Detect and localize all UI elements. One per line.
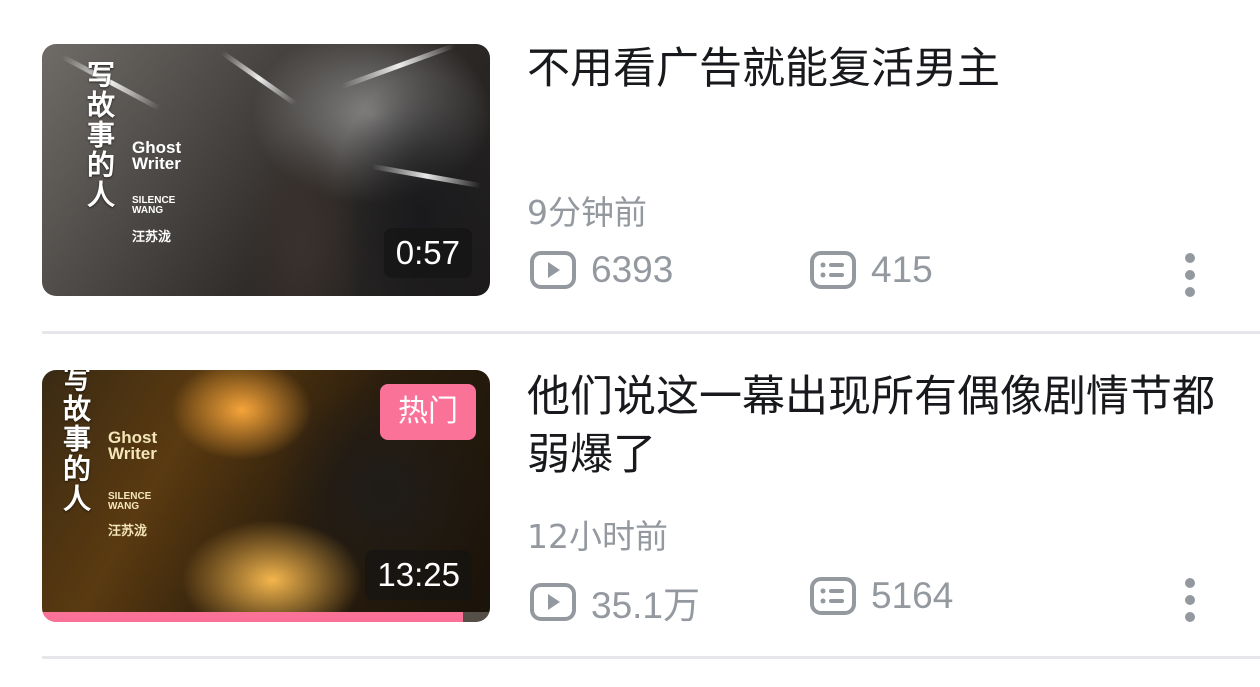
- publish-time: 12小时前: [527, 517, 668, 556]
- duration-badge: 0:57: [383, 228, 472, 278]
- poster-artist-cn: 汪苏泷: [108, 524, 148, 539]
- watch-progress-fill: [42, 612, 464, 622]
- poster-artist-en: SILENCE WANG: [132, 196, 175, 216]
- more-vertical-icon[interactable]: [1178, 576, 1202, 624]
- video-thumbnail[interactable]: 写故事的人 Ghost Writer SILENCE WANG 汪苏泷 0:57: [42, 44, 490, 296]
- poster-title-en: Ghost Writer: [132, 139, 181, 173]
- comment-count-icon: [810, 251, 856, 289]
- video-card[interactable]: 写故事的人 Ghost Writer SILENCE WANG 汪苏泷 热门 1…: [0, 334, 1260, 660]
- hot-badge: 热门: [380, 384, 476, 440]
- comment-count-icon: [810, 577, 856, 615]
- video-thumbnail[interactable]: 写故事的人 Ghost Writer SILENCE WANG 汪苏泷 热门 1…: [42, 370, 490, 622]
- video-title[interactable]: 不用看广告就能复活男主: [527, 40, 1227, 98]
- poster-title-cn: 写故事的人: [83, 60, 116, 210]
- poster-title-en-line2: Writer: [108, 444, 157, 463]
- poster-title-en: Ghost Writer: [108, 429, 157, 463]
- video-title[interactable]: 他们说这一幕出现所有偶像剧情节都弱爆了: [527, 368, 1227, 484]
- play-count-value: 6393: [591, 249, 674, 290]
- poster-artist-en-line2: WANG: [108, 501, 140, 512]
- comment-count-value: 5164: [871, 575, 954, 616]
- publish-time: 9分钟前: [527, 193, 647, 232]
- comment-count: 5164: [809, 575, 953, 617]
- list-divider: [42, 656, 1260, 659]
- poster-artist-en-line2: WANG: [132, 205, 164, 216]
- poster-title-en-line2: Writer: [132, 154, 181, 173]
- comment-count-value: 415: [871, 249, 933, 290]
- video-card[interactable]: 写故事的人 Ghost Writer SILENCE WANG 汪苏泷 0:57…: [0, 0, 1260, 334]
- play-count-icon: [530, 583, 576, 621]
- comment-count: 415: [809, 249, 933, 291]
- video-list: 写故事的人 Ghost Writer SILENCE WANG 汪苏泷 0:57…: [0, 0, 1260, 687]
- play-count-icon: [530, 251, 576, 289]
- poster-artist-en: SILENCE WANG: [108, 492, 151, 512]
- poster-artist-cn: 汪苏泷: [132, 230, 172, 245]
- more-vertical-icon[interactable]: [1178, 251, 1202, 299]
- poster-title-cn: 写故事的人: [59, 370, 92, 514]
- play-count-value: 35.1万: [591, 585, 701, 626]
- play-count: 35.1万: [529, 575, 700, 629]
- play-count: 6393: [529, 249, 673, 291]
- watch-progress-bar: [42, 612, 490, 622]
- duration-badge: 13:25: [365, 550, 472, 600]
